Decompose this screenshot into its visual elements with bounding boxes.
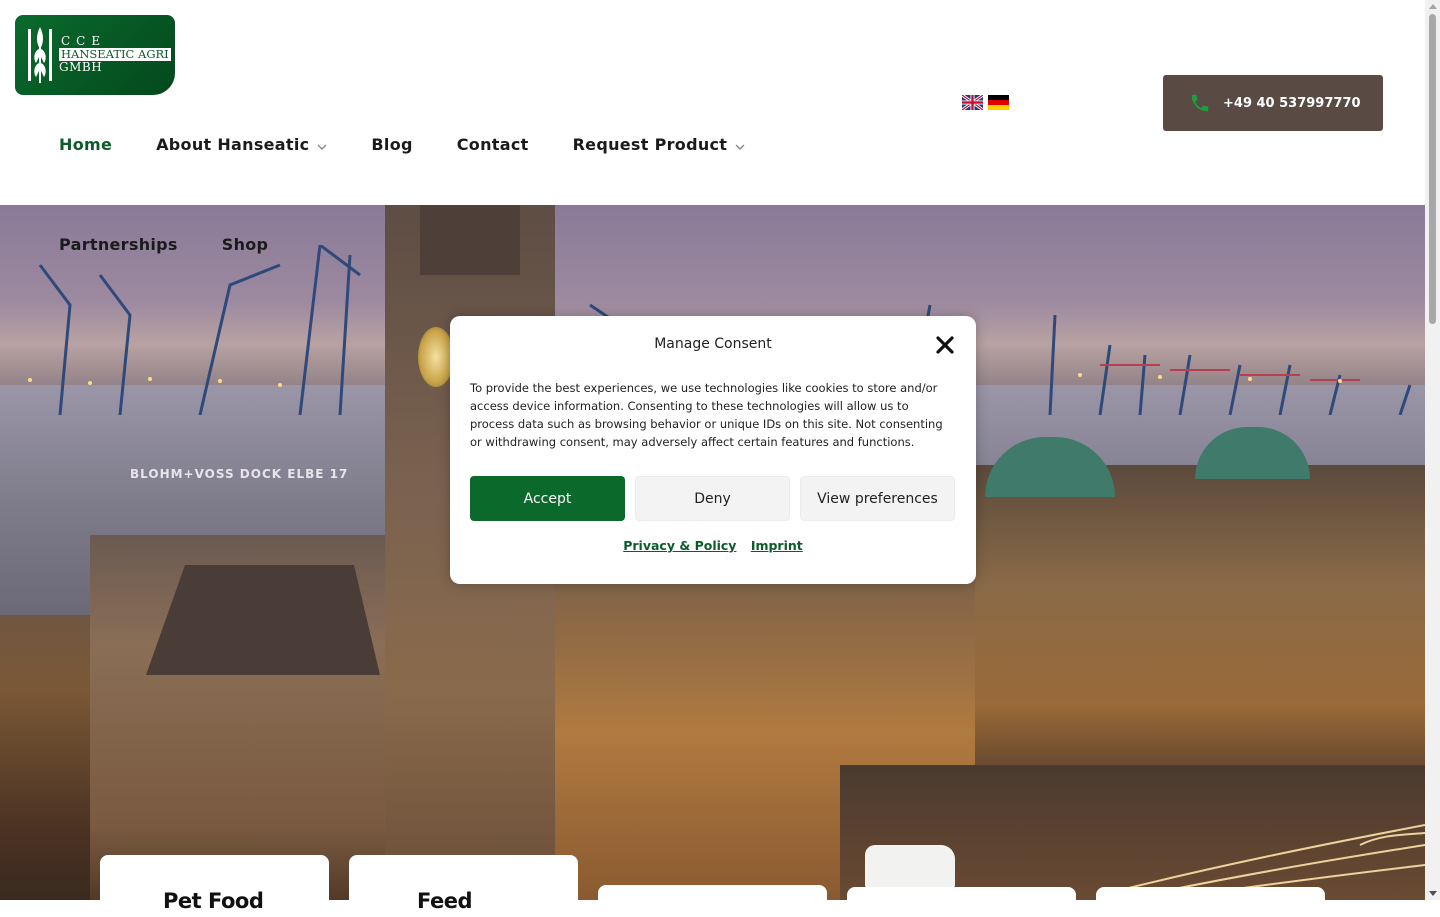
category-card[interactable] [847, 887, 1076, 917]
nav-home-label: Home [59, 135, 113, 154]
nav-partnerships[interactable]: Partnerships [59, 235, 178, 254]
logo-line-3: GMBH [59, 60, 103, 74]
phone-icon [1191, 94, 1209, 112]
card-title: Pet Food [163, 889, 264, 913]
category-card-pet-food[interactable]: Pet Food [100, 855, 329, 915]
chevron-down-icon [317, 144, 327, 150]
consent-title: Manage Consent [654, 336, 772, 352]
phone-number: +49 40 537997770 [1223, 95, 1361, 111]
uk-flag-icon[interactable] [962, 95, 983, 110]
consent-links: Privacy & Policy Imprint [450, 538, 976, 553]
phone-button[interactable]: +49 40 537997770 [1163, 75, 1383, 131]
nav-partnerships-label: Partnerships [59, 235, 178, 254]
category-card[interactable] [1096, 887, 1325, 917]
chevron-down-icon [735, 144, 745, 150]
wheat-icon [28, 27, 52, 83]
nav-about-hanseatic[interactable]: About Hanseatic [156, 135, 327, 154]
view-preferences-button[interactable]: View preferences [800, 476, 955, 521]
tower-top [420, 205, 520, 275]
german-flag-icon[interactable] [988, 95, 1009, 110]
consent-dialog: Manage Consent To provide the best exper… [450, 316, 976, 584]
nav-about-label: About Hanseatic [156, 135, 310, 154]
card-title: Feed [417, 889, 473, 913]
nav-home[interactable]: Home [59, 135, 112, 154]
scroll-up-arrow-icon[interactable] [1429, 4, 1437, 9]
nav-blog-label: Blog [371, 135, 413, 154]
scroll-down-arrow-icon[interactable] [1429, 891, 1437, 896]
nav-shop[interactable]: Shop [222, 235, 269, 254]
main-nav: Home About Hanseatic Blog Contact Reques… [59, 135, 789, 154]
page-scrollbar[interactable] [1425, 0, 1440, 900]
company-logo[interactable]: CCE HANSEATIC AGRI GMBH [15, 15, 175, 95]
main-nav-row-2: Partnerships Shop [59, 235, 312, 254]
consent-text: To provide the best experiences, we use … [470, 381, 943, 449]
scroll-thumb[interactable] [1429, 14, 1436, 324]
nav-contact[interactable]: Contact [457, 135, 529, 154]
category-card[interactable] [598, 885, 827, 915]
language-switcher [962, 95, 1009, 110]
light-streaks [1100, 824, 1425, 900]
logo-text: CCE HANSEATIC AGRI GMBH [59, 35, 171, 74]
nav-contact-label: Contact [456, 135, 529, 154]
nav-request-label: Request Product [572, 135, 728, 154]
van [865, 845, 955, 889]
building-right [975, 465, 1425, 765]
close-icon[interactable] [934, 334, 956, 356]
deny-button[interactable]: Deny [635, 476, 790, 521]
category-card-feed[interactable]: Feed [349, 855, 578, 915]
imprint-link[interactable]: Imprint [751, 538, 803, 553]
accept-button[interactable]: Accept [470, 476, 625, 521]
nav-shop-label: Shop [221, 235, 269, 254]
tower-clock [418, 327, 454, 387]
nav-request-product[interactable]: Request Product [573, 135, 746, 154]
privacy-policy-link[interactable]: Privacy & Policy [623, 538, 736, 553]
dock-sign: BLOHM+VOSS DOCK ELBE 17 [130, 467, 349, 481]
nav-blog[interactable]: Blog [371, 135, 412, 154]
